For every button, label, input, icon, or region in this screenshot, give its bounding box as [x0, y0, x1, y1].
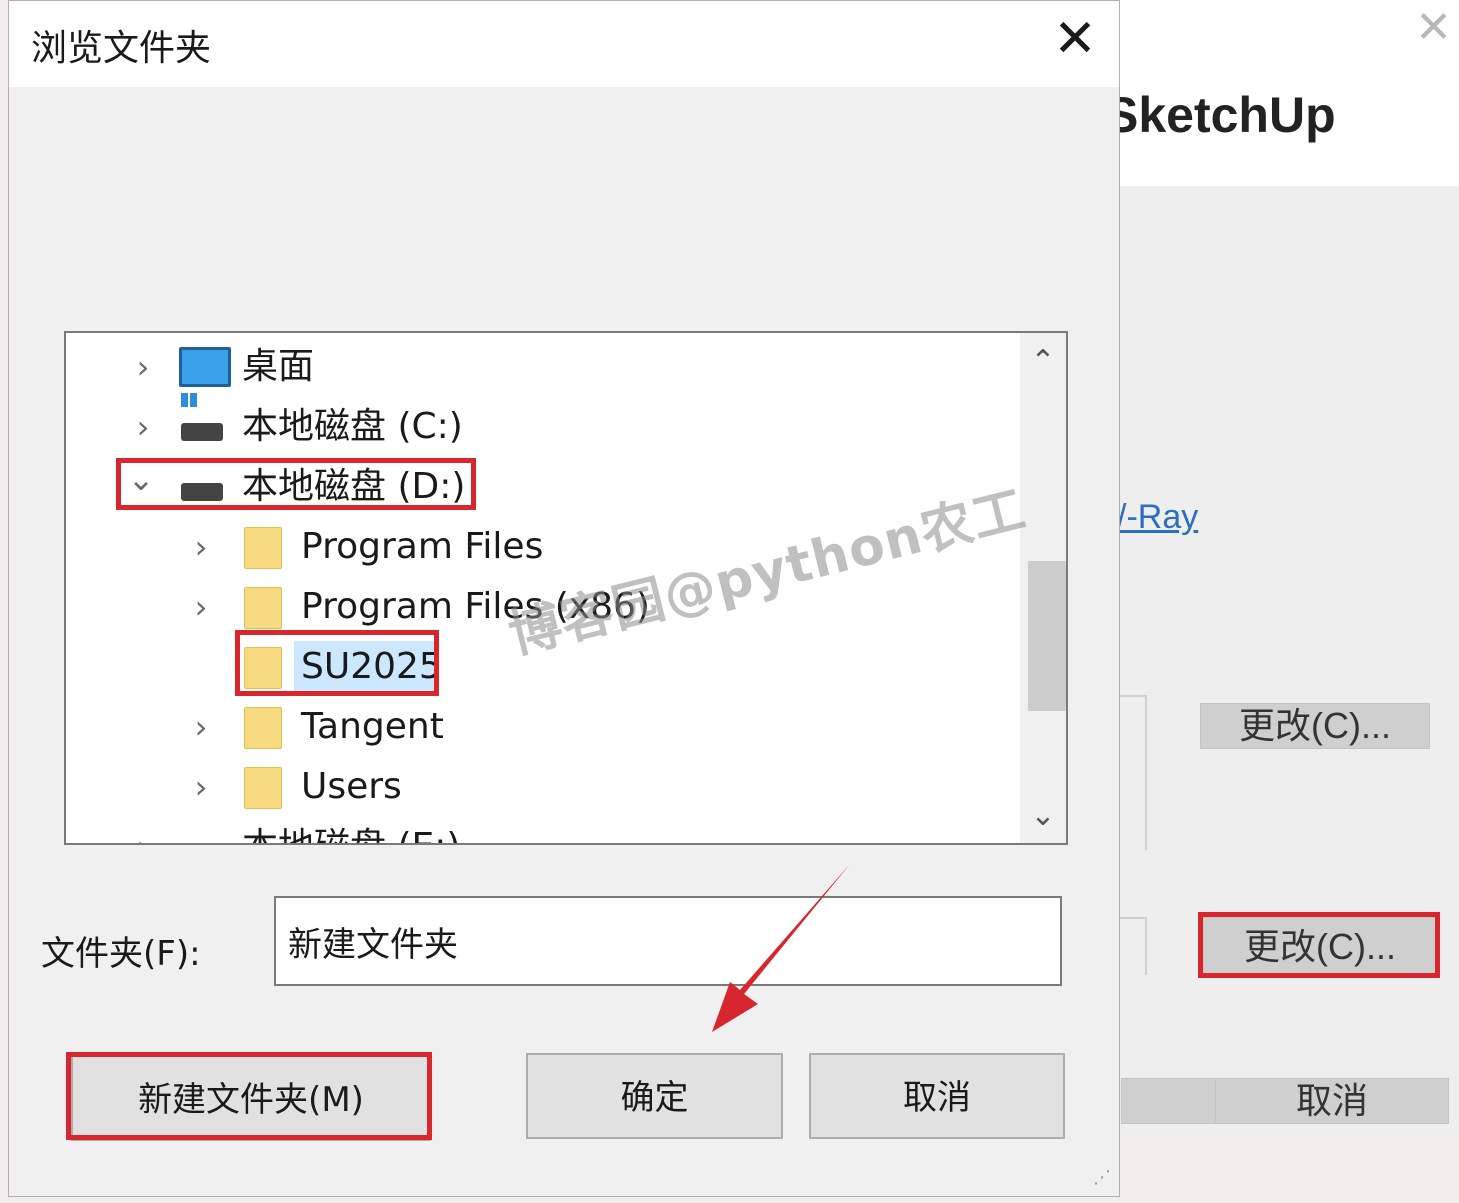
- chevron-right-icon[interactable]: ›: [186, 527, 216, 567]
- folder-field-label: 文件夹(F):: [41, 934, 201, 974]
- folder-name-input[interactable]: [274, 896, 1062, 986]
- dialog-title: 浏览文件夹: [31, 28, 212, 69]
- tree-item-label: Tangent: [301, 706, 444, 747]
- ok-button[interactable]: 确定: [526, 1053, 783, 1139]
- background-close-icon[interactable]: ✕: [1415, 6, 1452, 50]
- background-field-border: [1145, 917, 1147, 975]
- drive-icon: [181, 827, 223, 843]
- chevron-right-icon[interactable]: ›: [128, 827, 158, 843]
- tree-item-users[interactable]: › Users: [66, 759, 1016, 815]
- tree-item-label: 本地磁盘 (C:): [242, 406, 463, 447]
- close-icon[interactable]: ✕: [1047, 9, 1103, 69]
- highlight-drive-d: [116, 458, 476, 510]
- scroll-up-icon[interactable]: ⌃: [1020, 339, 1066, 385]
- change-button-1[interactable]: 更改(C)...: [1200, 703, 1430, 749]
- tree-item-drive-c[interactable]: › 本地磁盘 (C:): [66, 393, 1016, 455]
- tree-item-label: 本地磁盘 (E:): [242, 823, 460, 843]
- scroll-thumb[interactable]: [1028, 561, 1066, 711]
- folder-icon: [244, 767, 282, 809]
- cancel-button[interactable]: 取消: [809, 1053, 1065, 1139]
- highlight-change-button: [1198, 912, 1440, 978]
- chevron-right-icon[interactable]: ›: [128, 407, 158, 447]
- resize-grip-icon[interactable]: ⋰: [1093, 1167, 1111, 1188]
- tree-item-label: Program Files: [301, 526, 544, 567]
- red-arrow-icon: [712, 864, 850, 1032]
- tree-item-tangent[interactable]: › Tangent: [66, 699, 1016, 755]
- tree-item-label: 桌面: [242, 346, 315, 387]
- background-cancel-button[interactable]: 取消: [1215, 1078, 1449, 1124]
- vray-link[interactable]: /-Ray: [1117, 498, 1198, 537]
- highlight-su2025: [235, 630, 439, 696]
- chevron-right-icon[interactable]: ›: [128, 347, 158, 387]
- folder-icon: [244, 527, 282, 569]
- tree-item-desktop[interactable]: › 桌面: [66, 339, 1016, 395]
- drive-c-icon: [181, 393, 223, 441]
- chevron-right-icon[interactable]: ›: [186, 587, 216, 627]
- background-field-border: [1145, 695, 1147, 850]
- folder-icon: [244, 587, 282, 629]
- tree-item-label: Users: [301, 766, 402, 807]
- tree-scrollbar[interactable]: ⌃ ⌄: [1020, 333, 1066, 843]
- background-title: SketchUp: [1105, 87, 1336, 143]
- desktop-icon: [179, 347, 231, 387]
- highlight-new-folder-button: [66, 1052, 432, 1140]
- scroll-down-icon[interactable]: ⌄: [1020, 793, 1066, 839]
- tree-item-drive-e[interactable]: › 本地磁盘 (E:): [66, 819, 1016, 843]
- folder-icon: [244, 707, 282, 749]
- chevron-right-icon[interactable]: ›: [186, 767, 216, 807]
- dialog-titlebar: 浏览文件夹 ✕: [9, 1, 1119, 87]
- chevron-right-icon[interactable]: ›: [186, 707, 216, 747]
